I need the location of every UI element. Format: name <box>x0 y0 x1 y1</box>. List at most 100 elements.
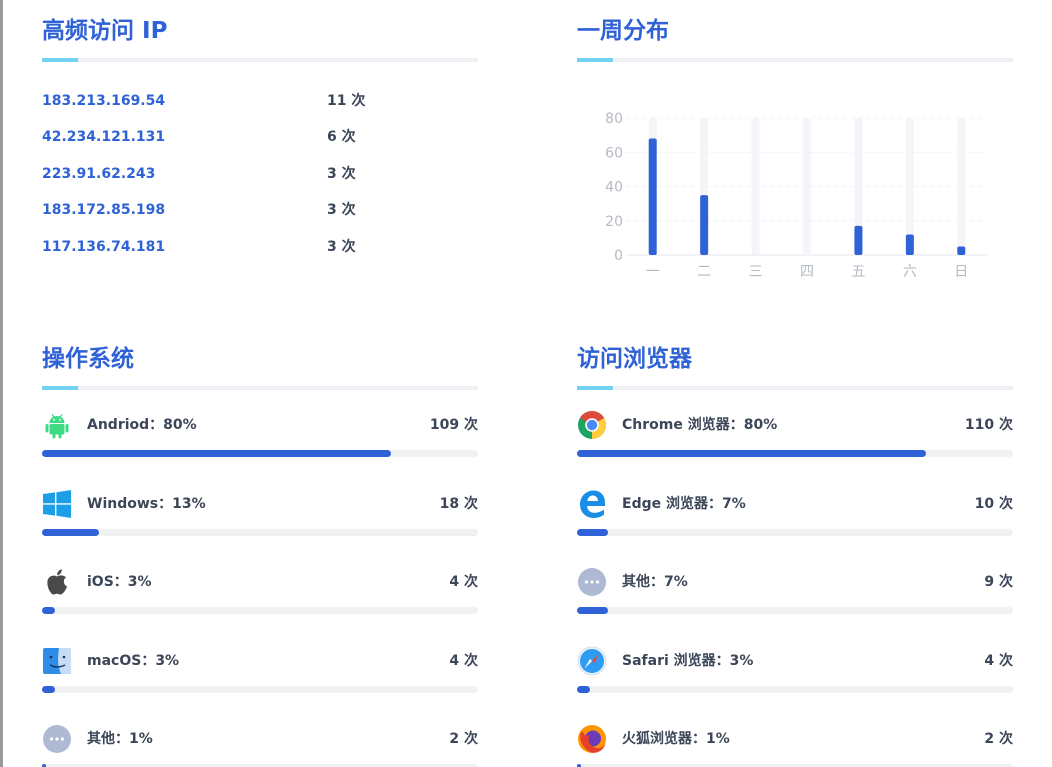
ip-address[interactable]: 117.136.74.181 <box>42 238 165 256</box>
x-tick-label: 四 <box>800 264 814 280</box>
browser-label: 其他：7% <box>622 574 688 590</box>
progress-fill <box>42 607 56 614</box>
progress-track <box>42 528 478 536</box>
edge-icon <box>577 489 607 519</box>
x-tick-label: 一 <box>646 264 660 280</box>
frequent-ip-title: 高频访问 IP <box>42 18 168 44</box>
bar <box>854 225 863 255</box>
bar-background <box>957 118 966 255</box>
os-item-ios: iOS：3% 4 次 <box>42 567 478 646</box>
chrome-icon <box>577 410 607 440</box>
ip-address[interactable]: 223.91.62.243 <box>42 165 155 183</box>
frequent-ip-panel: 高频访问 IP 183.213.169.54 11 次 42.234.121.1… <box>42 14 478 274</box>
os-label: macOS：3% <box>87 652 180 669</box>
y-tick-label: 0 <box>614 248 623 264</box>
ip-visit-count: 6 次 <box>327 129 356 146</box>
ip-list: 183.213.169.54 11 次 42.234.121.131 6 次 2… <box>42 92 478 274</box>
progress-track <box>42 685 478 693</box>
ip-visit-count: 3 次 <box>327 165 356 182</box>
browser-label: Safari 浏览器：3% <box>622 652 754 669</box>
title-divider <box>577 58 1013 62</box>
title-accent <box>577 58 613 62</box>
operating-system-panel: 操作系统 Andriod：80% 109 次 Windows：13% 18 次 … <box>42 342 478 767</box>
ip-row: 42.234.121.131 6 次 <box>42 128 478 164</box>
bar <box>905 234 914 255</box>
title-divider <box>577 386 1013 390</box>
x-tick-label: 六 <box>903 264 917 280</box>
operating-system-title: 操作系统 <box>42 346 134 372</box>
progress-fill <box>42 528 99 536</box>
android-icon <box>42 410 72 440</box>
browser-count: 9 次 <box>984 574 1013 590</box>
apple-icon <box>42 567 72 597</box>
browser-item-firefox: 火狐浏览器：1% 2 次 <box>577 724 1013 767</box>
progress-fill <box>577 685 591 693</box>
browser-title: 访问浏览器 <box>577 346 692 372</box>
safari-icon <box>577 646 607 676</box>
browser-panel: 访问浏览器 Chrome 浏览器：80% 110 次 Edge 浏览器：7% 1… <box>577 342 1013 767</box>
window-edge <box>0 0 3 767</box>
ip-row: 183.213.169.54 11 次 <box>42 92 478 128</box>
progress-fill <box>577 528 608 536</box>
browser-item-safari: Safari 浏览器：3% 4 次 <box>577 646 1013 725</box>
ip-visit-count: 11 次 <box>327 93 366 109</box>
ip-address[interactable]: 183.213.169.54 <box>42 92 165 110</box>
title-accent <box>577 386 613 390</box>
weekly-bar-chart-svg: 0 20 40 60 80 一 二 三 四 五 六 日 <box>605 111 987 280</box>
progress-track <box>577 607 1013 614</box>
browser-count: 110 次 <box>964 417 1013 433</box>
ip-address[interactable]: 183.172.85.198 <box>42 201 165 219</box>
weekly-distribution-title: 一周分布 <box>577 18 669 44</box>
os-item-other: 其他：1% 2 次 <box>42 724 478 767</box>
more-icon <box>42 724 72 754</box>
title-divider <box>42 58 478 62</box>
y-tick-label: 80 <box>605 111 623 127</box>
browser-item-chrome: Chrome 浏览器：80% 110 次 <box>577 410 1013 489</box>
os-item-android: Andriod：80% 109 次 <box>42 410 478 489</box>
os-list: Andriod：80% 109 次 Windows：13% 18 次 iOS：3… <box>42 410 478 767</box>
weekly-bar-chart: 0 20 40 60 80 一 二 三 四 五 六 日 <box>577 98 1013 298</box>
progress-fill <box>577 607 608 614</box>
macos-finder-icon <box>42 646 72 676</box>
bar <box>648 138 657 255</box>
progress-track <box>42 450 478 457</box>
windows-icon <box>42 489 72 519</box>
os-label: 其他：1% <box>87 731 153 747</box>
ip-visit-count: 3 次 <box>327 202 356 219</box>
browser-label: Edge 浏览器：7% <box>622 495 746 512</box>
progress-fill <box>577 450 926 457</box>
browser-item-other: 其他：7% 9 次 <box>577 567 1013 646</box>
os-item-macos: macOS：3% 4 次 <box>42 646 478 725</box>
ip-visit-count: 3 次 <box>327 238 356 255</box>
progress-fill <box>42 685 56 693</box>
x-tick-label: 日 <box>954 264 968 280</box>
firefox-icon <box>577 724 607 754</box>
x-tick-label: 五 <box>851 264 865 280</box>
browser-item-edge: Edge 浏览器：7% 10 次 <box>577 489 1013 568</box>
bar <box>700 195 709 255</box>
os-label: Windows：13% <box>87 495 206 512</box>
browser-count: 10 次 <box>974 495 1013 512</box>
more-icon <box>577 567 607 597</box>
ip-address[interactable]: 42.234.121.131 <box>42 128 165 146</box>
os-count: 4 次 <box>449 652 478 669</box>
weekly-distribution-panel: 一周分布 0 20 40 60 80 一 二 三 四 五 六 日 <box>577 14 1013 280</box>
progress-track <box>577 528 1013 536</box>
ip-row: 117.136.74.181 3 次 <box>42 238 478 274</box>
title-accent <box>42 386 78 390</box>
ip-row: 223.91.62.243 3 次 <box>42 165 478 201</box>
bar-background <box>803 118 811 255</box>
browser-count: 2 次 <box>984 731 1013 747</box>
browser-label: 火狐浏览器：1% <box>622 731 730 747</box>
title-accent <box>42 58 78 62</box>
os-count: 18 次 <box>439 495 478 512</box>
y-tick-label: 40 <box>605 180 623 196</box>
os-count: 2 次 <box>449 731 478 747</box>
os-label: iOS：3% <box>87 574 152 590</box>
y-tick-label: 60 <box>605 145 623 161</box>
progress-track <box>42 607 478 614</box>
x-tick-label: 三 <box>749 264 763 280</box>
os-count: 109 次 <box>429 417 478 433</box>
y-tick-label: 20 <box>605 214 623 230</box>
x-tick-label: 二 <box>697 264 711 280</box>
